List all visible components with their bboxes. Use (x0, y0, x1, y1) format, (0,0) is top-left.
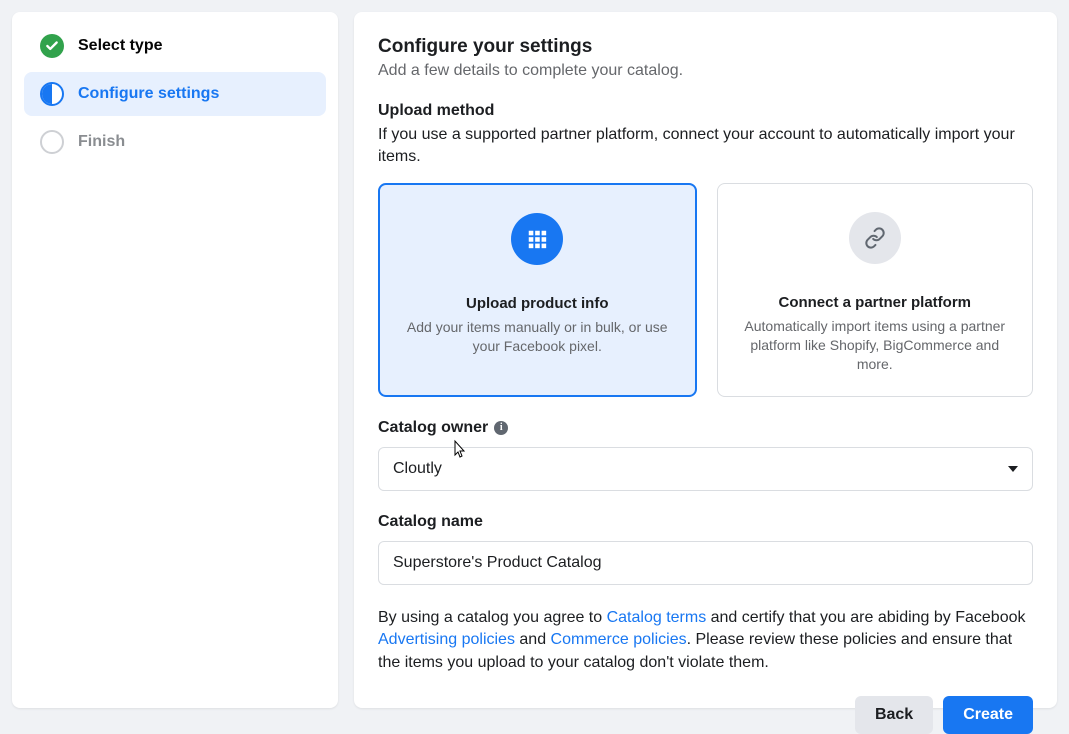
catalog-name-label: Catalog name (378, 513, 1033, 531)
step-label: Configure settings (78, 85, 219, 103)
card-upload-product-info[interactable]: Upload product info Add your items manua… (378, 183, 697, 397)
catalog-owner-label: Catalog owner i (378, 419, 1033, 437)
card-connect-partner-platform[interactable]: Connect a partner platform Automatically… (717, 183, 1034, 397)
consent-text: By using a catalog you agree to Catalog … (378, 607, 1033, 674)
catalog-name-input[interactable] (378, 541, 1033, 585)
stepper-sidebar: Select type Configure settings Finish (12, 12, 338, 708)
upload-method-title: Upload method (378, 102, 1033, 120)
step-configure-settings[interactable]: Configure settings (24, 72, 326, 116)
chevron-down-icon (1008, 466, 1018, 472)
card-title: Upload product info (466, 295, 608, 312)
catalog-owner-select[interactable]: Cloutly (378, 447, 1033, 491)
check-icon (40, 34, 64, 58)
empty-circle-icon (40, 130, 64, 154)
advertising-policies-link[interactable]: Advertising policies (378, 631, 515, 648)
info-icon[interactable]: i (494, 421, 508, 435)
back-button[interactable]: Back (855, 696, 933, 734)
upload-method-cards: Upload product info Add your items manua… (378, 183, 1033, 397)
commerce-policies-link[interactable]: Commerce policies (551, 631, 687, 648)
card-desc: Add your items manually or in bulk, or u… (398, 318, 677, 356)
step-finish[interactable]: Finish (24, 120, 326, 164)
card-title: Connect a partner platform (778, 294, 971, 311)
catalog-terms-link[interactable]: Catalog terms (607, 609, 707, 626)
card-desc: Automatically import items using a partn… (736, 317, 1015, 374)
step-label: Finish (78, 133, 125, 151)
page-title: Configure your settings (378, 36, 1033, 58)
half-circle-icon (40, 82, 64, 106)
page-subtitle: Add a few details to complete your catal… (378, 62, 1033, 80)
link-icon (849, 212, 901, 264)
grid-icon (511, 213, 563, 265)
main-panel: Configure your settings Add a few detail… (354, 12, 1057, 708)
select-value: Cloutly (393, 460, 442, 478)
label-text: Catalog owner (378, 419, 488, 437)
step-label: Select type (78, 37, 162, 55)
create-button[interactable]: Create (943, 696, 1033, 734)
footer-buttons: Back Create (378, 696, 1033, 734)
upload-method-desc: If you use a supported partner platform,… (378, 124, 1033, 167)
step-select-type[interactable]: Select type (24, 24, 326, 68)
